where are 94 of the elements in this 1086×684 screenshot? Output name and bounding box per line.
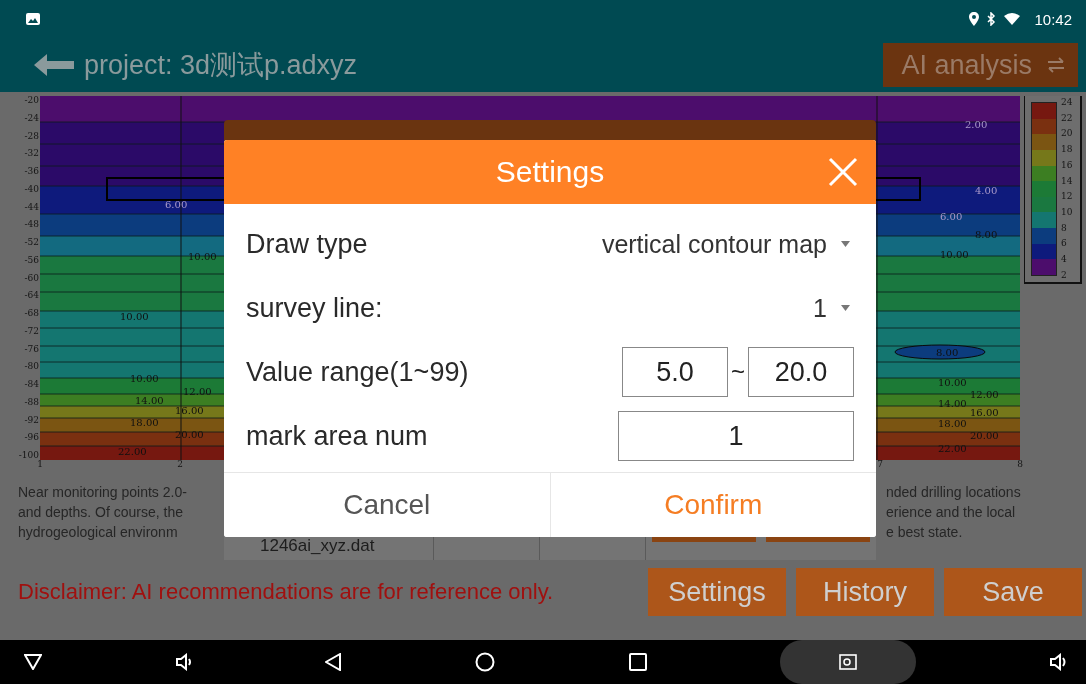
field-label: Value range(1~99): [246, 356, 469, 388]
legend-label: 24: [1061, 98, 1073, 107]
axis-label: -24: [24, 113, 39, 123]
legend-label: 16: [1061, 160, 1073, 170]
axis-label: -100: [18, 451, 39, 460]
recents-icon[interactable]: [628, 653, 647, 671]
contour-label: 2.00: [965, 119, 988, 130]
range-separator: ~: [731, 358, 745, 386]
axis-label: -48: [24, 220, 39, 230]
bluetooth-icon: [987, 12, 997, 26]
axis-label: -72: [24, 326, 39, 336]
field-label: Draw type: [246, 228, 368, 260]
project-title: project: 3d测试p.adxyz: [84, 49, 359, 82]
contour-label: 6.00: [165, 199, 188, 210]
triangle-down-icon[interactable]: [24, 654, 42, 670]
legend-label: 14: [1061, 176, 1073, 186]
description-text: and depths. Of course, the: [18, 503, 184, 522]
field-label: mark area num: [246, 420, 428, 452]
contour-label: 20.00: [175, 429, 204, 440]
dropdown[interactable]: vertical contour map: [601, 229, 854, 259]
wifi-icon: [1004, 13, 1021, 25]
axis-label: -52: [24, 238, 39, 247]
axis-label: 2: [177, 460, 183, 471]
input-field[interactable]: 5.0: [622, 347, 728, 397]
axis-label: -32: [24, 149, 39, 159]
legend-label: 2: [1061, 270, 1068, 280]
axis-label: -44: [24, 202, 39, 212]
axis-label: -88: [24, 397, 39, 407]
contour-label: 20.00: [970, 430, 999, 441]
field-label: survey line:: [246, 292, 383, 324]
dropdown[interactable]: 1: [813, 293, 854, 323]
legend-label: 18: [1061, 145, 1073, 155]
contour-label: 14.00: [135, 395, 164, 406]
contour-label: 16.00: [970, 407, 999, 418]
axis-label: -60: [24, 273, 39, 283]
input-field[interactable]: 20.0: [748, 347, 854, 397]
axis-label: 1: [37, 460, 43, 471]
legend-label: 12: [1061, 192, 1073, 202]
back-arrow-icon[interactable]: [34, 54, 74, 76]
screenshot-icon: [839, 654, 858, 670]
contour-label: 10.00: [938, 377, 967, 388]
axis-label: -80: [24, 362, 39, 372]
axis-label: -56: [24, 255, 39, 265]
axis-label: 8: [1017, 460, 1023, 471]
contour-label: 14.00: [938, 398, 967, 409]
cancel-button[interactable]: Cancel: [224, 473, 551, 537]
contour-label: 10.00: [120, 311, 149, 322]
volume-down-icon[interactable]: [175, 653, 192, 671]
axis-label: -36: [24, 167, 39, 176]
contour-label: 8.00: [936, 347, 959, 358]
dialog-title: Settings: [495, 155, 605, 189]
contour-label: 22.00: [938, 443, 967, 454]
axis-label: -92: [24, 415, 39, 425]
screenshot-button[interactable]: [780, 640, 917, 684]
axis-label: -96: [24, 433, 39, 443]
axis-label: -28: [24, 131, 39, 141]
axis-label: -40: [24, 184, 39, 194]
description-text: hydrogeological environm: [18, 523, 179, 542]
legend-label: 6: [1061, 239, 1068, 249]
contour-label: 18.00: [130, 417, 159, 428]
home-icon[interactable]: [474, 652, 495, 672]
description-text: Near monitoring points 2.0-: [18, 483, 187, 502]
volume-up-icon[interactable]: [1049, 653, 1068, 671]
axis-label: -64: [24, 291, 39, 301]
axis-label: -20: [24, 96, 39, 105]
axis-label: -76: [24, 344, 39, 354]
contour-label: 10.00: [130, 373, 159, 384]
contour-label: 12.00: [183, 386, 212, 397]
axis-label: -68: [24, 309, 39, 318]
description-text: nded drilling locations: [886, 483, 1022, 502]
contour-label: 12.00: [970, 389, 999, 400]
contour-label: 4.00: [975, 185, 998, 196]
legend-label: 8: [1061, 223, 1068, 233]
contour-label: 8.00: [975, 229, 998, 240]
swap-icon: [1046, 57, 1066, 73]
axis-label: 7: [877, 460, 883, 471]
axis-label: -84: [24, 380, 39, 389]
contour-label: 18.00: [938, 418, 967, 429]
description-text: e best state.: [886, 523, 964, 542]
image-icon: [26, 13, 40, 25]
contour-label: 6.00: [940, 211, 963, 222]
description-text: erience and the local: [886, 503, 1017, 522]
disclaimer-text: Disclaimer: AI recommendations are for reference only.: [18, 579, 554, 605]
back-icon[interactable]: [325, 653, 342, 671]
location-icon: [969, 12, 980, 26]
input-field[interactable]: 1: [618, 411, 854, 461]
contour-label: 22.00: [118, 446, 147, 457]
contour-label: 10.00: [940, 249, 969, 260]
caret-icon: [841, 241, 850, 247]
legend-label: 4: [1061, 255, 1068, 265]
legend-label: 20: [1061, 129, 1073, 139]
legend-label: 22: [1061, 113, 1073, 123]
clock-time: 10:42: [1034, 10, 1072, 28]
legend-label: 10: [1061, 208, 1073, 218]
